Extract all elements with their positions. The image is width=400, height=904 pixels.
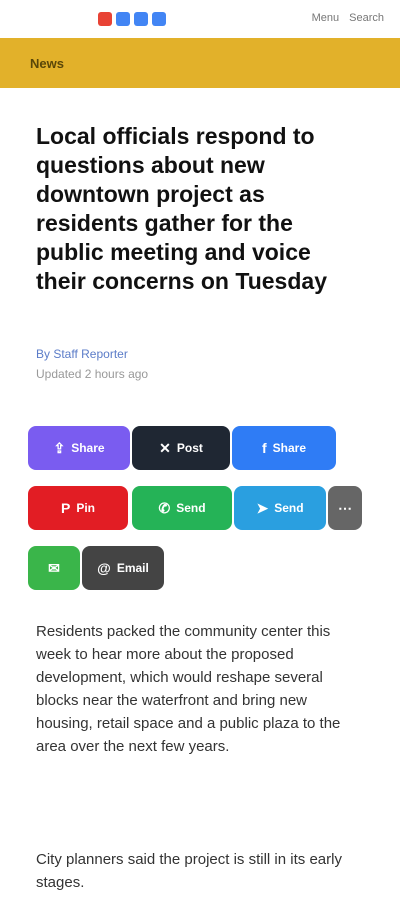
more-icon: ⋯ bbox=[338, 499, 352, 516]
whatsapp-button[interactable]: ✆ Send bbox=[132, 486, 232, 530]
nav-menu-link[interactable]: Menu bbox=[312, 12, 340, 24]
telegram-button-label: Send bbox=[274, 501, 304, 515]
section-label: News bbox=[30, 55, 64, 71]
facebook-icon: f bbox=[261, 440, 267, 456]
article-byline[interactable]: By Staff Reporter bbox=[36, 344, 366, 364]
nav-search-link[interactable]: Search bbox=[349, 12, 384, 24]
top-bar: Menu Search bbox=[0, 0, 400, 39]
email-button[interactable]: @ Email bbox=[82, 546, 164, 590]
article-date: Updated 2 hours ago bbox=[36, 367, 149, 381]
sms-button[interactable]: ✉ bbox=[28, 546, 80, 590]
whatsapp-icon: ✆ bbox=[158, 499, 171, 516]
logo-mark-blue bbox=[116, 12, 130, 26]
pinterest-button-label: Pin bbox=[76, 501, 95, 515]
article-meta: By Staff Reporter Updated 2 hours ago bbox=[36, 344, 366, 384]
facebook-share-button[interactable]: f Share bbox=[232, 426, 336, 470]
share-button-label: Share bbox=[71, 441, 105, 455]
article-headline: Local officials respond to questions abo… bbox=[36, 123, 327, 294]
email-button-label: Email bbox=[116, 561, 149, 575]
sms-icon: ✉ bbox=[48, 559, 60, 576]
pinterest-icon: P bbox=[60, 500, 71, 516]
x-icon: ✕ bbox=[159, 439, 171, 456]
facebook-button-label: Share bbox=[272, 441, 307, 455]
share-button[interactable]: ⇪ Share bbox=[28, 426, 130, 470]
site-logo[interactable] bbox=[98, 10, 170, 28]
section-banner[interactable]: News bbox=[0, 38, 400, 88]
post-button-label: Post bbox=[176, 441, 203, 455]
post-button[interactable]: ✕ Post bbox=[132, 426, 230, 470]
logo-mark-blue bbox=[152, 12, 166, 26]
logo-mark-blue bbox=[134, 12, 148, 26]
telegram-button[interactable]: ➤ Send bbox=[234, 486, 326, 530]
more-button[interactable]: ⋯ bbox=[328, 486, 362, 530]
telegram-icon: ➤ bbox=[256, 499, 269, 516]
share-icon: ⇪ bbox=[53, 439, 66, 456]
top-nav: Menu Search bbox=[312, 12, 384, 24]
logo-mark-red bbox=[98, 12, 112, 26]
email-icon: @ bbox=[97, 560, 111, 576]
pinterest-button[interactable]: P Pin bbox=[28, 486, 128, 530]
article-paragraph: Residents packed the community center th… bbox=[36, 623, 341, 755]
article-paragraph: City planners said the project is still … bbox=[36, 851, 342, 891]
whatsapp-button-label: Send bbox=[176, 501, 206, 515]
